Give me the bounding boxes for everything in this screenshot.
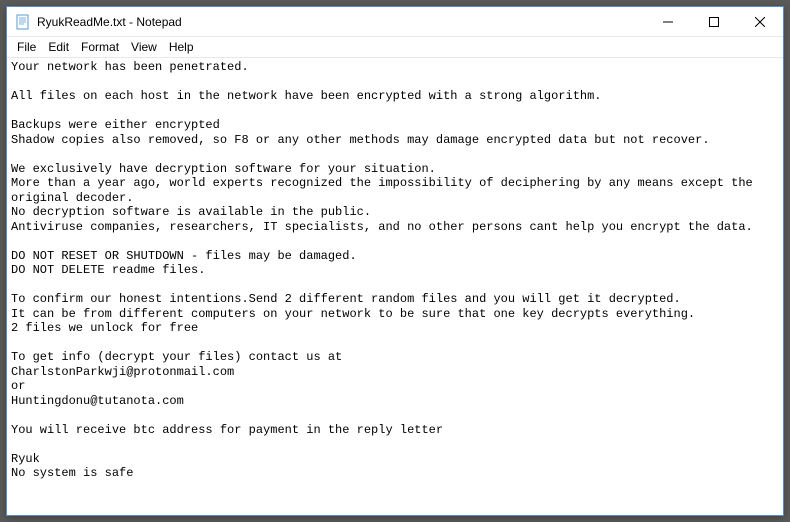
close-button[interactable]	[737, 7, 783, 36]
window-controls	[645, 7, 783, 36]
menu-file[interactable]: File	[11, 38, 42, 56]
menu-help[interactable]: Help	[163, 38, 200, 56]
menu-format[interactable]: Format	[75, 38, 125, 56]
menubar: File Edit Format View Help	[7, 37, 783, 57]
titlebar: RyukReadMe.txt - Notepad	[7, 7, 783, 37]
window-title: RyukReadMe.txt - Notepad	[37, 15, 645, 29]
notepad-window: RyukReadMe.txt - Notepad File Edit Forma…	[6, 6, 784, 516]
maximize-button[interactable]	[691, 7, 737, 36]
notepad-icon	[15, 14, 31, 30]
menu-view[interactable]: View	[125, 38, 163, 56]
text-area[interactable]: Your network has been penetrated. All fi…	[7, 57, 783, 515]
minimize-button[interactable]	[645, 7, 691, 36]
menu-edit[interactable]: Edit	[42, 38, 75, 56]
